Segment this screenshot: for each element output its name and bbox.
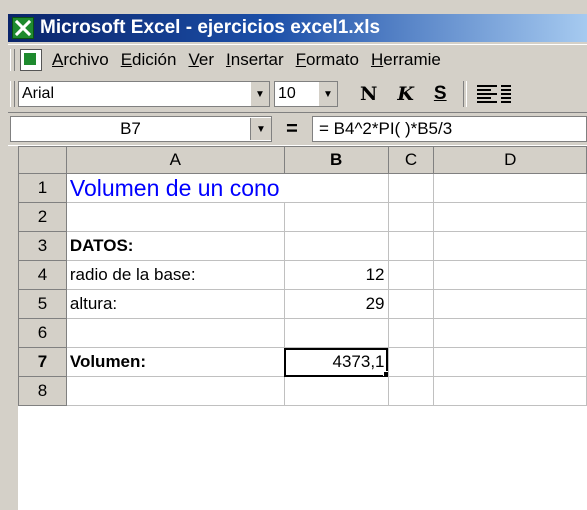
cell-c1[interactable] — [387, 173, 435, 203]
row-header[interactable]: 2 — [18, 202, 67, 232]
excel-icon[interactable] — [12, 17, 34, 39]
cell-b6[interactable] — [283, 318, 389, 348]
cell-c5[interactable] — [387, 289, 435, 319]
active-cell-value: 4373,1 — [332, 352, 385, 371]
cell-a3[interactable]: DATOS: — [65, 231, 285, 261]
font-size-select[interactable]: 10 ▼ — [274, 81, 338, 107]
table-row: 8 — [18, 376, 587, 406]
table-row: 7 Volumen: 4373,1 — [18, 347, 587, 377]
insert-function-button[interactable]: = — [272, 118, 312, 141]
column-header-b[interactable]: B — [283, 146, 389, 174]
menu-archivo[interactable]: Archivo — [52, 50, 109, 70]
cell-c7[interactable] — [387, 347, 435, 377]
row-header[interactable]: 7 — [18, 347, 67, 377]
cell-b4[interactable]: 12 — [283, 260, 389, 290]
row-header[interactable]: 8 — [18, 376, 67, 406]
toolbar-separator — [462, 81, 467, 107]
font-select[interactable]: Arial ▼ — [18, 81, 270, 107]
name-box[interactable]: B7 ▼ — [10, 116, 272, 142]
underline-button[interactable]: S — [434, 83, 447, 105]
table-row: 1 Volumen de un cono — [18, 173, 587, 203]
cell-a7[interactable]: Volumen: — [65, 347, 285, 377]
toolbar-grip[interactable] — [10, 81, 15, 107]
row-header[interactable]: 3 — [18, 231, 67, 261]
column-header-d[interactable]: D — [433, 146, 587, 174]
font-size-value: 10 — [278, 85, 296, 102]
cell-d4[interactable] — [433, 260, 587, 290]
window-title: Microsoft Excel - ejercicios excel1.xls — [40, 17, 381, 38]
column-header-row: A B C D — [18, 146, 587, 174]
formula-input[interactable]: = B4^2*PI( )*B5/3 — [312, 116, 587, 142]
cell-c6[interactable] — [387, 318, 435, 348]
chevron-down-icon[interactable]: ▼ — [319, 82, 337, 106]
align-left-icon[interactable] — [476, 85, 497, 103]
cell-c8[interactable] — [387, 376, 435, 406]
menu-ver[interactable]: Ver — [188, 50, 214, 70]
fill-handle[interactable] — [382, 371, 388, 376]
column-header-a[interactable]: A — [65, 146, 285, 174]
chevron-down-icon[interactable]: ▼ — [250, 118, 271, 140]
bold-button[interactable]: N — [360, 83, 377, 105]
cell-d5[interactable] — [433, 289, 587, 319]
menu-bar: Archivo Edición Ver Insertar Formato Her… — [8, 44, 587, 75]
formula-bar: B7 ▼ = = B4^2*PI( )*B5/3 — [8, 112, 587, 146]
row-header[interactable]: 6 — [18, 318, 67, 348]
cell-b5[interactable]: 29 — [283, 289, 389, 319]
table-row: 5 altura: 29 — [18, 289, 587, 319]
excel-window: Microsoft Excel - ejercicios excel1.xls … — [0, 0, 587, 510]
active-cell-b7[interactable]: 4373,1 — [283, 347, 389, 377]
cell-b2[interactable] — [283, 202, 389, 232]
cell-c2[interactable] — [387, 202, 435, 232]
formatting-toolbar: Arial ▼ 10 ▼ N K S — [8, 76, 587, 112]
cell-c4[interactable] — [387, 260, 435, 290]
menu-formato[interactable]: Formato — [296, 50, 359, 70]
italic-button[interactable]: K — [397, 83, 414, 105]
cell-a1[interactable]: Volumen de un cono — [65, 173, 389, 203]
column-header-c[interactable]: C — [387, 146, 435, 174]
menu-edicion[interactable]: Edición — [121, 50, 177, 70]
cell-d2[interactable] — [433, 202, 587, 232]
align-center-icon[interactable] — [500, 85, 511, 103]
font-value: Arial — [22, 85, 55, 102]
row-header[interactable]: 5 — [18, 289, 67, 319]
cell-d1[interactable] — [433, 173, 587, 203]
name-box-value: B7 — [120, 119, 141, 138]
select-all-button[interactable] — [18, 146, 67, 174]
row-header[interactable]: 4 — [18, 260, 67, 290]
worksheet-grid: A B C D 1 Volumen de un cono 2 3 DATOS: — [18, 146, 587, 510]
chevron-down-icon[interactable]: ▼ — [251, 82, 269, 106]
cell-a5[interactable]: altura: — [65, 289, 285, 319]
cell-a6[interactable] — [65, 318, 285, 348]
cell-d3[interactable] — [433, 231, 587, 261]
table-row: 2 — [18, 202, 587, 232]
workbook-icon[interactable] — [20, 49, 42, 71]
menu-insertar[interactable]: Insertar — [226, 50, 284, 70]
menu-grip[interactable] — [10, 49, 15, 71]
cell-b8[interactable] — [283, 376, 389, 406]
cell-a2[interactable] — [65, 202, 285, 232]
table-row: 3 DATOS: — [18, 231, 587, 261]
table-row: 6 — [18, 318, 587, 348]
cell-a8[interactable] — [65, 376, 285, 406]
cell-d6[interactable] — [433, 318, 587, 348]
cell-b3[interactable] — [283, 231, 389, 261]
cell-c3[interactable] — [387, 231, 435, 261]
title-bar: Microsoft Excel - ejercicios excel1.xls — [8, 14, 587, 42]
table-row: 4 radio de la base: 12 — [18, 260, 587, 290]
cell-d8[interactable] — [433, 376, 587, 406]
row-header[interactable]: 1 — [18, 173, 67, 203]
cell-a4[interactable]: radio de la base: — [65, 260, 285, 290]
menu-herramientas[interactable]: Herramie — [371, 50, 441, 70]
cell-d7[interactable] — [433, 347, 587, 377]
